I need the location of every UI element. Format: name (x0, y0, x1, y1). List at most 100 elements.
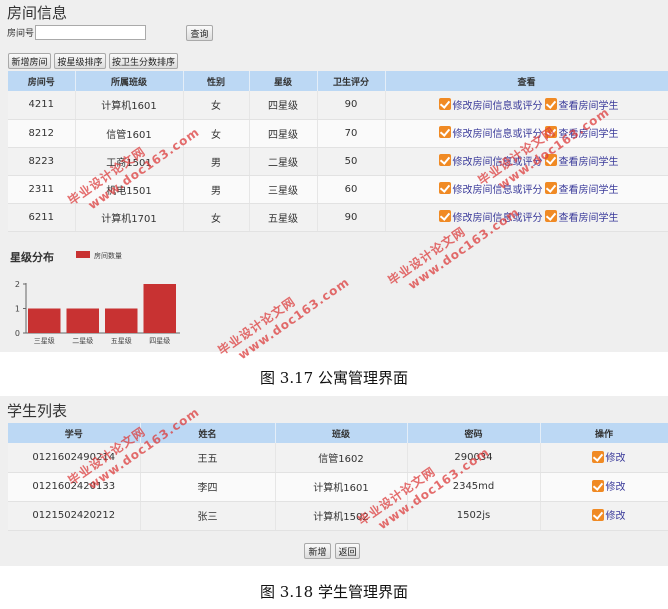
bar-五星级 (105, 308, 138, 333)
room-row: 2311 机电1501 男三星级 60 修改房间信息或评分 查看房间学生 (8, 175, 668, 204)
room-row: 4211 计算机1601 女四星级 90 修改房间信息或评分 查看房间学生 (8, 91, 668, 120)
view-check-icon (544, 126, 557, 139)
room-cell: 四星级 (249, 119, 318, 148)
room-cell: 女 (183, 203, 250, 232)
x-tick-label: 四星级 (149, 336, 170, 345)
edit-student-label: 修改 (605, 453, 626, 464)
x-tick-label: 五星级 (111, 336, 132, 345)
legend-label: 房间数量 (94, 251, 122, 260)
room-cell: 50 (317, 147, 386, 176)
add-room-button[interactable]: 新增房间 (8, 53, 51, 69)
edit-room-link[interactable]: 修改房间信息或评分 (438, 181, 543, 196)
room-actions-cell: 修改房间信息或评分 查看房间学生 (385, 119, 668, 148)
edit-room-link[interactable]: 修改房间信息或评分 (438, 209, 543, 224)
room-number-label: 房间号: (7, 29, 38, 39)
student-cell: 信管1602 (275, 443, 408, 473)
apartment-panel: 房间信息 房间号: 查询 新增房间 按星级排序 按卫生分数排序 房间号 所属班级性… (0, 0, 668, 352)
edit-room-link[interactable]: 修改房间信息或评分 (438, 153, 543, 168)
edit-student-link[interactable]: 修改 (591, 507, 626, 523)
student-cell: 计算机1502 (275, 501, 408, 531)
figure-caption-2: 图 3.18 学生管理界面 (260, 583, 408, 601)
edit-room-label: 修改房间信息或评分 (452, 100, 543, 112)
edit-check-icon (438, 126, 451, 139)
bar-三星级 (28, 308, 61, 333)
student-cell: 0121502420212 (8, 501, 141, 531)
bar-四星级 (143, 284, 176, 333)
student-cell: 2345md (407, 472, 541, 502)
view-check-icon (544, 98, 557, 110)
x-tick-label: 二星级 (72, 336, 93, 345)
edit-check-icon (438, 98, 451, 110)
view-students-label: 查看房间学生 (558, 156, 619, 168)
room-cell: 2311 (8, 175, 76, 204)
room-cell: 男 (183, 175, 250, 204)
room-number-input[interactable] (35, 25, 146, 40)
student-panel: 学生列表 学号 姓名 班级 密码 操作 0121602490214 王五 信管1602 290… (0, 396, 668, 566)
room-cell: 8212 (8, 119, 76, 148)
edit-check-icon (438, 182, 451, 195)
edit-student-link[interactable]: 修改 (591, 449, 626, 464)
sort-by-star-button[interactable]: 按星级排序 (54, 53, 106, 69)
apartment-title: 房间信息 (7, 4, 68, 22)
room-col-header: 性别 (183, 71, 250, 91)
room-col-header: 房间号 (8, 71, 76, 91)
room-cell: 工商1501 (75, 147, 184, 176)
back-button[interactable]: 返回 (335, 543, 360, 559)
room-actions-cell: 修改房间信息或评分 查看房间学生 (385, 147, 668, 176)
view-students-link[interactable]: 查看房间学生 (544, 153, 619, 168)
add-student-button[interactable]: 新增 (304, 543, 331, 559)
student-col-header: 学号 (8, 423, 141, 443)
student-actions-cell: 修改 (540, 443, 668, 473)
student-col-header: 班级 (275, 423, 408, 443)
query-button[interactable]: 查询 (186, 25, 213, 41)
room-cell: 8223 (8, 147, 76, 176)
student-cell: 0121602490214 (8, 443, 141, 473)
sort-by-hygiene-button[interactable]: 按卫生分数排序 (109, 53, 178, 69)
edit-room-label: 修改房间信息或评分 (452, 212, 543, 224)
view-students-label: 查看房间学生 (558, 128, 619, 140)
edit-student-label: 修改 (605, 511, 626, 523)
view-students-link[interactable]: 查看房间学生 (544, 125, 619, 140)
student-actions-cell: 修改 (540, 501, 668, 531)
student-table: 学号 姓名 班级 密码 操作 0121602490214 王五 信管1602 290034 修改… (8, 423, 668, 531)
student-cell: 0121602420133 (8, 472, 141, 502)
room-table-header: 房间号 所属班级 性别 星级 卫生评分 查看 (8, 71, 668, 91)
view-students-link[interactable]: 查看房间学生 (544, 209, 619, 224)
room-cell: 信管1601 (75, 119, 184, 148)
view-students-label: 查看房间学生 (558, 212, 619, 224)
edit-check-icon (438, 210, 451, 223)
room-row: 8223 工商1501 男二星级 50 修改房间信息或评分 查看房间学生 (8, 147, 668, 176)
student-actions-cell: 修改 (540, 472, 668, 502)
student-row: 0121602490214 王五 信管1602 290034 修改 (8, 443, 668, 473)
view-students-link[interactable]: 查看房间学生 (544, 97, 619, 112)
view-students-link[interactable]: 查看房间学生 (544, 181, 619, 196)
student-table-header: 学号 姓名 班级 密码 操作 (8, 423, 668, 443)
y-tick-label: 0 (15, 329, 20, 338)
edit-check-icon (591, 508, 604, 521)
room-col-header: 卫生评分 (317, 71, 386, 91)
room-cell: 90 (317, 203, 386, 232)
room-col-header: 所属班级 (75, 71, 184, 91)
room-row: 8212 信管1601 女四星级 70 修改房间信息或评分 查看房间学生 (8, 119, 668, 148)
edit-check-icon (591, 450, 604, 463)
edit-student-label: 修改 (605, 482, 626, 494)
figure-caption-1: 图 3.17 公寓管理界面 (260, 369, 408, 387)
view-students-label: 查看房间学生 (558, 100, 619, 112)
edit-student-link[interactable]: 修改 (591, 478, 626, 494)
student-cell: 张三 (140, 501, 276, 531)
room-cell: 60 (317, 175, 386, 204)
room-actions-cell: 修改房间信息或评分 查看房间学生 (385, 175, 668, 204)
room-cell: 男 (183, 147, 250, 176)
edit-room-link[interactable]: 修改房间信息或评分 (438, 125, 543, 140)
room-cell: 4211 (8, 91, 76, 120)
room-cell: 计算机1601 (75, 91, 184, 120)
edit-room-link[interactable]: 修改房间信息或评分 (438, 97, 543, 112)
edit-room-label: 修改房间信息或评分 (452, 156, 543, 168)
y-tick-label: 2 (15, 280, 20, 289)
x-tick-label: 三星级 (34, 336, 55, 345)
student-title: 学生列表 (7, 402, 68, 420)
room-cell: 四星级 (249, 91, 318, 120)
room-cell: 机电1501 (75, 175, 184, 204)
student-cell: 290034 (407, 443, 541, 473)
room-actions-cell: 修改房间信息或评分 查看房间学生 (385, 203, 668, 232)
